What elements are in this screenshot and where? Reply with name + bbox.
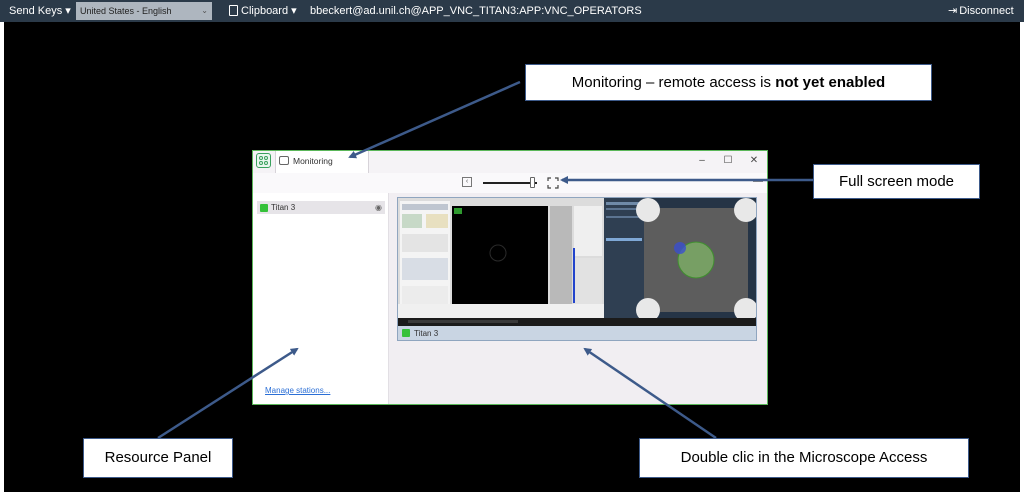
tab-label: Monitoring: [293, 156, 333, 166]
manage-stations-link[interactable]: Manage stations...: [265, 386, 330, 395]
chevron-down-icon: ⌄: [201, 6, 208, 15]
collapse-panel-icon[interactable]: ‹: [462, 177, 472, 187]
close-button[interactable]: ✕: [747, 154, 761, 168]
resource-panel: Titan 3 ◉ Manage stations...: [253, 193, 389, 404]
preview-screenshot: [398, 198, 756, 326]
callout-resource-panel: Resource Panel: [83, 438, 233, 478]
maximize-button[interactable]: ☐: [721, 154, 735, 168]
eye-icon[interactable]: ◉: [375, 201, 382, 214]
station-row-titan-3[interactable]: Titan 3 ◉: [257, 201, 385, 214]
preview-station-name: Titan 3: [414, 329, 439, 338]
status-indicator: [402, 329, 410, 337]
microscope-preview[interactable]: [397, 197, 757, 341]
preview-label-bar[interactable]: Titan 3: [397, 326, 757, 341]
clipboard-icon: [229, 5, 238, 16]
callout-monitoring-bold: not yet enabled: [775, 74, 886, 91]
disconnect-label: Disconnect: [959, 5, 1014, 17]
clipboard-menu[interactable]: Clipboard ▾: [229, 0, 297, 22]
connection-label: bbeckert@ad.unil.ch@APP_VNC_TITAN3:APP:V…: [310, 5, 642, 17]
callout-full-screen: Full screen mode: [813, 164, 980, 199]
vnc-toolbar: Send Keys ▾ United States - English ⌄ Cl…: [0, 0, 1024, 22]
send-keys-menu[interactable]: Send Keys ▾: [9, 0, 71, 22]
status-indicator: [260, 203, 268, 212]
monitoring-app-window: Monitoring – ☐ ✕ ‹ Titan 3 ◉ Manage stat…: [252, 150, 768, 405]
callout-monitoring: Monitoring – remote access is not yet en…: [525, 64, 932, 101]
minimize-button[interactable]: –: [695, 154, 709, 168]
callout-double-click: Double clic in the Microscope Access: [639, 438, 969, 478]
title-bar[interactable]: Monitoring – ☐ ✕: [253, 151, 767, 174]
view-toolbar: ‹: [253, 173, 767, 193]
menu-icon[interactable]: [753, 181, 763, 182]
disconnect-button[interactable]: ⇥ Disconnect: [948, 0, 1014, 22]
language-value: United States - English: [80, 6, 172, 16]
fullscreen-icon[interactable]: [547, 176, 559, 189]
zoom-slider-thumb[interactable]: [530, 177, 536, 188]
zoom-slider-track[interactable]: [483, 182, 537, 184]
app-logo-icon: [256, 153, 271, 168]
logout-icon: ⇥: [948, 5, 958, 17]
callout-monitoring-text: Monitoring – remote access is: [571, 74, 776, 91]
clipboard-label: Clipboard ▾: [241, 5, 297, 17]
station-name: Titan 3: [271, 203, 296, 212]
language-select[interactable]: United States - English ⌄: [76, 2, 212, 20]
tab-monitoring[interactable]: Monitoring: [275, 151, 369, 173]
monitor-icon: [279, 156, 289, 165]
